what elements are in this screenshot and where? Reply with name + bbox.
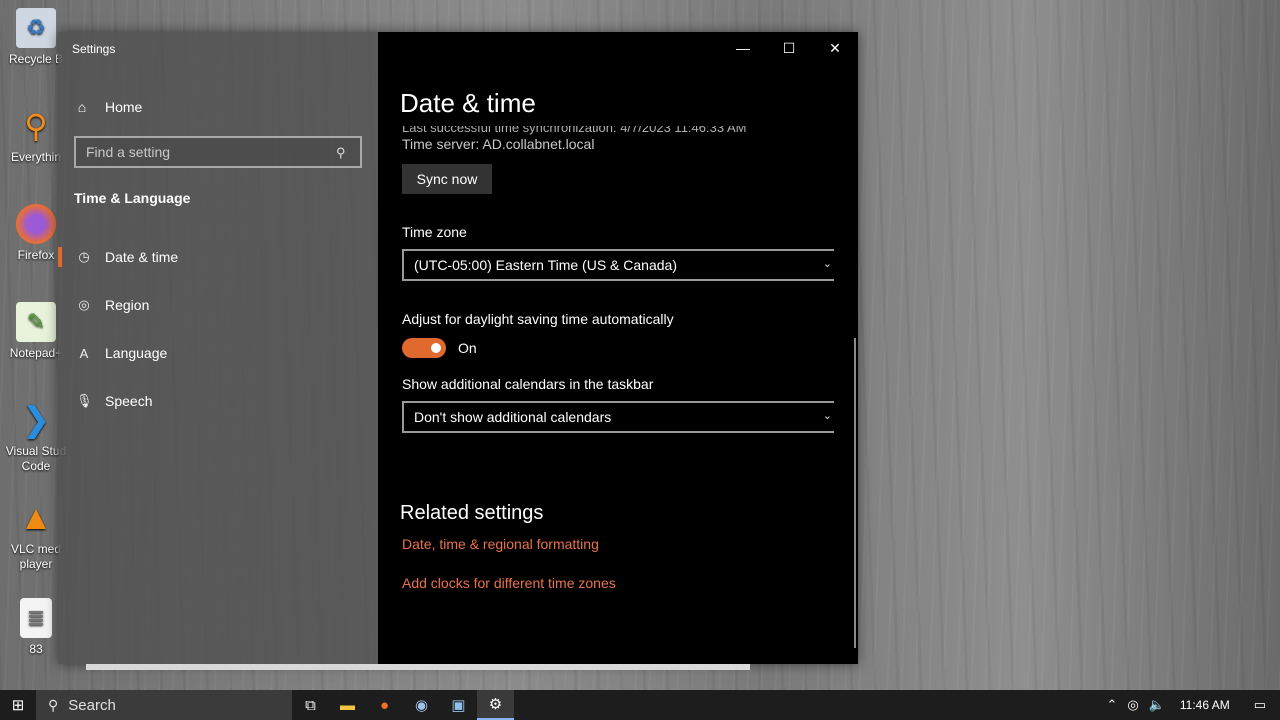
maximize-button[interactable]: ☐ (766, 32, 812, 64)
taskbar: ⊞ ⚲ Search ⧉ ▬ ● ◉ ▣ ⚙ ⌃ ◎ 🔈 11:46 AM ▭ (0, 690, 1280, 720)
sidebar-item-label: Date & time (105, 249, 179, 265)
related-settings-title: Related settings (400, 502, 544, 524)
taskbar-clock[interactable]: 11:46 AM (1170, 690, 1240, 720)
time-zone-dropdown[interactable]: (UTC-05:00) Eastern Time (US & Canada) ⌄ (402, 249, 834, 281)
sidebar-item-label: Region (105, 297, 150, 313)
windows-logo-icon: ⊞ (11, 697, 25, 714)
clock-calendar-icon: ◷ (78, 249, 90, 264)
sidebar-section-title: Time & Language (74, 190, 191, 206)
remote-desktop-icon: ▣ (451, 697, 466, 714)
sidebar-item-label: Speech (105, 393, 153, 409)
task-view-icon: ⧉ (305, 696, 316, 714)
taskbar-firefox[interactable]: ● (366, 690, 403, 720)
find-setting-input[interactable]: Find a setting ⚲ (74, 136, 362, 168)
network-button[interactable]: ◎ (1122, 690, 1143, 720)
gear-icon: ⚙ (488, 696, 503, 713)
task-view-button[interactable]: ⧉ (292, 690, 329, 720)
time-server-text: Time server: AD.collabnet.local (402, 136, 595, 152)
chevron-down-icon: ⌄ (822, 410, 832, 422)
window-controls: — ☐ ✕ (720, 32, 858, 64)
taskbar-remote-desktop[interactable]: ▣ (440, 690, 477, 720)
vscode-icon: ❯ (21, 401, 51, 439)
add-clocks-link[interactable]: Add clocks for different time zones (402, 575, 616, 591)
globe-icon: ◎ (78, 297, 90, 312)
start-button[interactable]: ⊞ (0, 690, 36, 720)
action-center-button[interactable]: ▭ (1240, 690, 1280, 720)
toggle-knob (431, 343, 441, 353)
sidebar-item-language[interactable]: A Language (58, 333, 378, 373)
chevron-up-icon: ⌃ (1106, 697, 1118, 712)
search-placeholder: Find a setting (86, 144, 171, 160)
sync-now-button[interactable]: Sync now (402, 164, 492, 194)
last-sync-text: Last successful time synchronization: 4/… (402, 120, 747, 135)
volume-button[interactable]: 🔈 (1144, 690, 1170, 720)
microphone-icon: 🎙 (76, 393, 93, 408)
time-zone-value: (UTC-05:00) Eastern Time (US & Canada) (414, 257, 677, 273)
home-icon: ⌂ (77, 99, 87, 115)
settings-content: — ☐ ✕ Date & time Last successful time s… (378, 32, 858, 664)
dst-state-text: On (458, 340, 477, 356)
taskbar-settings[interactable]: ⚙ (477, 690, 514, 720)
vlc-icon: ▲ (19, 498, 53, 537)
notepadpp-icon: ✎ (16, 302, 56, 342)
chevron-down-icon: ⌄ (822, 258, 832, 270)
taskbar-steam[interactable]: ◉ (403, 690, 440, 720)
vertical-scrollbar[interactable] (854, 338, 856, 648)
sidebar-item-label: Language (105, 345, 168, 361)
calendars-dropdown[interactable]: Don't show additional calendars ⌄ (402, 401, 834, 433)
globe-icon: ◎ (1127, 697, 1139, 712)
sidebar-item-label: Home (105, 99, 143, 115)
dst-label: Adjust for daylight saving time automati… (402, 311, 674, 327)
search-icon: ⚲ (48, 696, 59, 713)
firefox-icon (16, 204, 56, 244)
recycle-bin-icon: ♻ (16, 8, 56, 48)
taskbar-search[interactable]: ⚲ Search (36, 690, 292, 720)
close-button[interactable]: ✕ (812, 32, 858, 64)
sidebar-item-speech[interactable]: 🎙 Speech (58, 381, 378, 421)
calendars-value: Don't show additional calendars (414, 409, 612, 425)
window-title: Settings (72, 42, 116, 56)
settings-sidebar: Settings ⌂ Home Find a setting ⚲ Time & … (58, 32, 378, 664)
taskbar-file-explorer[interactable]: ▬ (329, 690, 366, 720)
sidebar-item-region[interactable]: ◎ Region (58, 285, 378, 325)
everything-search-icon: ⚲ (24, 108, 48, 144)
minimize-button[interactable]: — (720, 32, 766, 64)
sidebar-item-home[interactable]: ⌂ Home (74, 96, 143, 118)
horizontal-scrollbar[interactable] (86, 664, 750, 670)
firefox-icon: ● (379, 696, 390, 714)
taskbar-search-label: Search (68, 696, 116, 714)
time-zone-label: Time zone (402, 224, 467, 240)
notification-icon: ▭ (1253, 697, 1266, 712)
regional-formatting-link[interactable]: Date, time & regional formatting (402, 536, 599, 552)
show-hidden-icons-button[interactable]: ⌃ (1101, 690, 1122, 720)
language-icon: A (79, 345, 89, 361)
search-icon[interactable]: ⚲ (336, 145, 350, 160)
system-tray: ⌃ ◎ 🔈 11:46 AM ▭ (1101, 690, 1280, 720)
steam-icon: ◉ (414, 697, 429, 714)
dst-toggle[interactable] (402, 338, 446, 358)
folder-icon: ▬ (340, 696, 355, 714)
sidebar-item-date-time[interactable]: ◷ Date & time (58, 237, 378, 277)
document-icon: ≣ (20, 598, 52, 638)
settings-window: Settings ⌂ Home Find a setting ⚲ Time & … (58, 32, 858, 664)
page-title: Date & time (400, 88, 536, 118)
speaker-muted-icon: 🔈 (1148, 697, 1165, 712)
calendars-label: Show additional calendars in the taskbar (402, 376, 654, 392)
